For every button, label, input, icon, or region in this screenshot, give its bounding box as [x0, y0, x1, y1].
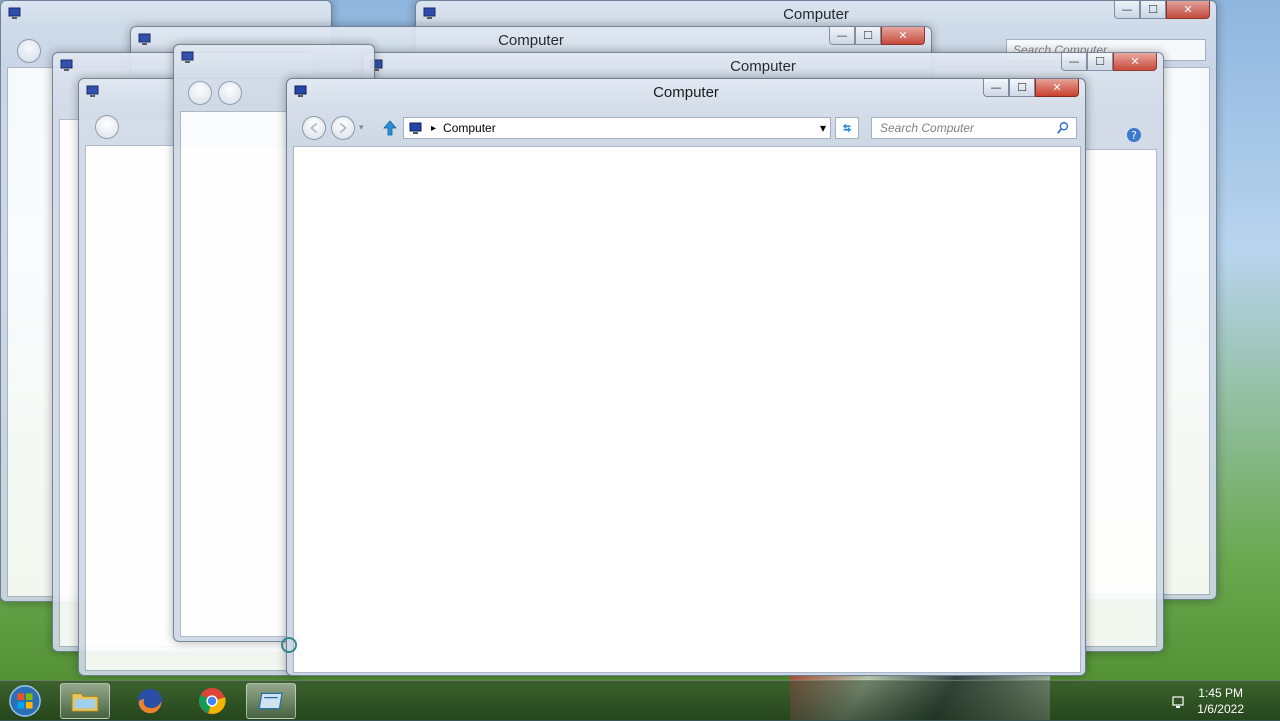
close-button[interactable]: ✕ [1113, 53, 1157, 71]
taskbar-chrome-button[interactable] [187, 683, 237, 719]
window-title: Computer [730, 58, 796, 75]
windows-start-icon [9, 685, 41, 717]
maximize-button[interactable]: ☐ [1009, 79, 1035, 97]
back-icon [309, 122, 318, 134]
taskbar-clock[interactable]: 1:45 PM 1/6/2022 [1197, 685, 1244, 717]
breadcrumb-separator[interactable]: ▸ [431, 123, 436, 134]
taskbar-explorer-button[interactable] [60, 683, 110, 719]
minimize-button[interactable]: — [829, 27, 855, 45]
svg-text:?: ? [1131, 129, 1137, 142]
maximize-button[interactable]: ☐ [1087, 53, 1113, 71]
up-arrow-icon[interactable] [382, 120, 398, 136]
close-button[interactable]: ✕ [1166, 1, 1210, 19]
close-button[interactable]: ✕ [881, 27, 925, 45]
refresh-button[interactable] [835, 117, 859, 139]
taskbar-firefox-button[interactable] [125, 683, 175, 719]
forward-button[interactable] [218, 81, 242, 105]
computer-icon [409, 122, 422, 134]
search-input[interactable]: Search Computer [871, 117, 1077, 139]
busy-cursor [281, 637, 297, 653]
app-icon [258, 692, 283, 710]
computer-icon [8, 7, 21, 19]
back-button[interactable] [95, 115, 119, 139]
back-button[interactable] [188, 81, 212, 105]
clock-date: 1/6/2022 [1197, 702, 1244, 716]
computer-icon [181, 51, 194, 63]
computer-icon [86, 85, 99, 97]
close-button[interactable]: ✕ [1035, 79, 1079, 97]
start-button[interactable] [2, 683, 48, 719]
forward-button[interactable] [331, 116, 355, 140]
refresh-icon [842, 123, 852, 133]
window-title: Computer [653, 84, 719, 101]
search-icon[interactable] [1056, 121, 1070, 135]
forward-icon [339, 122, 348, 134]
window-title: Computer [783, 6, 849, 23]
taskbar: 1:45 PM 1/6/2022 [0, 680, 1280, 721]
firefox-icon [137, 688, 163, 714]
search-placeholder: Search Computer [880, 121, 975, 135]
back-button[interactable] [302, 116, 326, 140]
network-icon[interactable] [1171, 694, 1187, 710]
minimize-button[interactable]: — [983, 79, 1009, 97]
maximize-button[interactable]: ☐ [1140, 1, 1166, 19]
help-icon[interactable]: ? [1126, 127, 1142, 143]
breadcrumb-computer[interactable]: Computer [443, 121, 496, 135]
back-button[interactable] [17, 39, 41, 63]
computer-icon [60, 59, 73, 71]
minimize-button[interactable]: — [1114, 1, 1140, 19]
address-dropdown-button[interactable]: ▾ [820, 121, 826, 135]
chrome-icon [198, 687, 226, 715]
minimize-button[interactable]: — [1061, 53, 1087, 71]
recent-pages-dropdown[interactable]: ▾ [359, 123, 364, 133]
taskbar-app-button[interactable] [246, 683, 296, 719]
explorer-window-active[interactable]: Computer — ☐ ✕ ▾ ▸ Computer ▾ Search Com… [286, 78, 1086, 676]
clock-time: 1:45 PM [1198, 686, 1243, 700]
maximize-button[interactable]: ☐ [855, 27, 881, 45]
content-pane[interactable] [293, 146, 1081, 673]
folder-icon [71, 693, 99, 712]
address-bar[interactable]: ▸ Computer ▾ [403, 117, 831, 139]
